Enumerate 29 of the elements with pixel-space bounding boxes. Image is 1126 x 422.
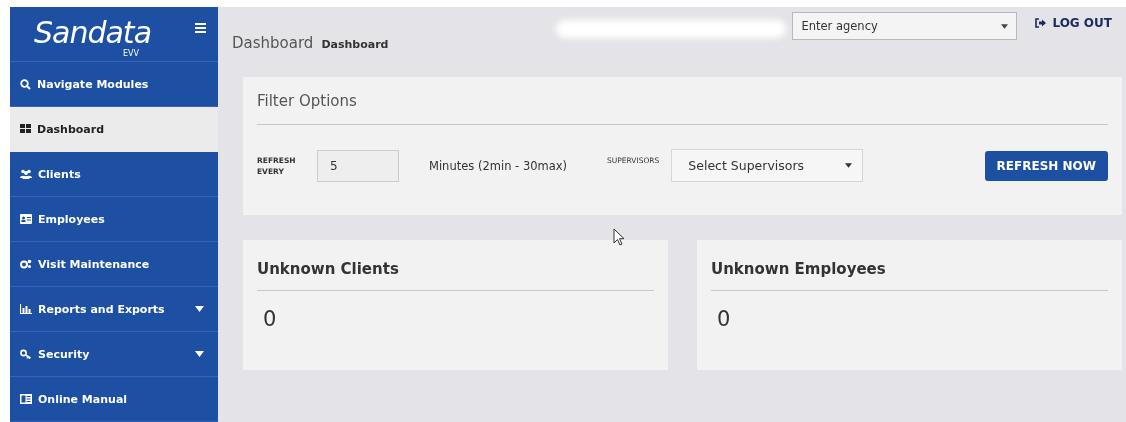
id-card-icon [20,214,32,224]
users-icon [20,169,32,179]
caret-icon [1001,23,1009,29]
minutes-hint: Minutes (2min - 30max) [429,158,569,173]
agency-select[interactable]: Enter agency [792,12,1018,40]
caret-icon [845,163,853,168]
count-value: 0 [263,307,277,331]
panel-title: Filter Options [257,77,1108,125]
card-title: Unknown Clients [257,240,654,291]
bar-chart-icon [20,304,32,314]
page-title: Dashboard [232,34,314,52]
supervisors-select[interactable]: Select Supervisors [671,149,864,182]
logo-text: Sandata [34,17,151,49]
refresh-now-button[interactable]: REFRESH NOW [984,150,1108,181]
menu-icon[interactable] [195,23,206,33]
gears-icon [20,259,32,269]
logout-icon [1035,18,1047,28]
book-icon [20,394,32,404]
breadcrumb-link[interactable]: Dashboard [321,38,389,51]
refresh-interval-field[interactable]: 5 [317,149,399,182]
cursor-icon [613,228,625,246]
count-value: 0 [717,307,731,331]
key-icon [20,349,32,359]
logout-link[interactable]: LOG OUT [1035,16,1112,30]
sidebar-item[interactable]: Dashboard [10,107,218,152]
search-icon [20,78,31,90]
grid-icon [20,124,31,134]
card-title: Unknown Employees [711,240,1108,291]
logo-subtitle: EVV [123,49,139,58]
